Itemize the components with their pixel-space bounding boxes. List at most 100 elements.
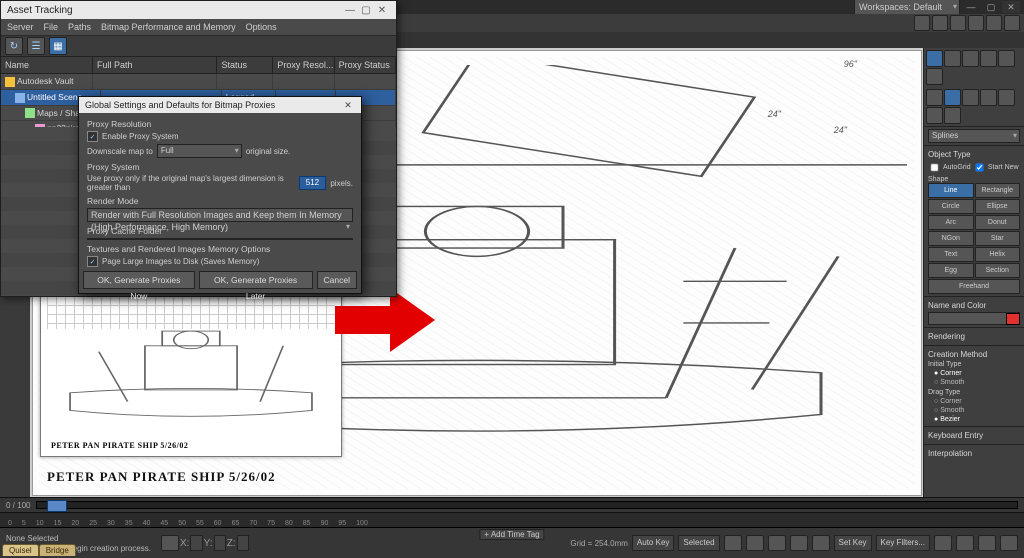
menu-options[interactable]: Options (246, 22, 277, 32)
toolbar-icon[interactable] (986, 15, 1002, 31)
initial-smooth-radio[interactable]: Smooth (934, 378, 1020, 387)
shape-arc-button[interactable]: Arc (928, 215, 974, 230)
enable-proxy-checkbox[interactable]: ✓ (87, 131, 98, 142)
maximize-icon[interactable]: ▢ (358, 5, 374, 16)
menu-paths[interactable]: Paths (68, 22, 91, 32)
rollout-header[interactable]: Name and Color (928, 299, 1020, 312)
rollout-header[interactable]: Rendering (928, 330, 1020, 343)
viewport-nav-icon[interactable] (956, 535, 974, 551)
shape-rectangle-button[interactable]: Rectangle (975, 183, 1021, 198)
shape-line-button[interactable]: Line (928, 183, 974, 198)
play-next-icon[interactable] (790, 535, 808, 551)
shape-circle-button[interactable]: Circle (928, 199, 974, 214)
auto-key-button[interactable]: Auto Key (632, 535, 674, 551)
helpers-icon[interactable] (998, 89, 1015, 106)
workspace-combo[interactable]: Workspaces: Default (854, 0, 960, 15)
generate-later-button[interactable]: OK, Generate Proxies Later (199, 271, 313, 289)
time-slider-track[interactable] (36, 501, 1018, 509)
asset-row[interactable]: Autodesk Vault (1, 74, 396, 90)
close-icon[interactable]: ✕ (341, 100, 355, 111)
shape-egg-button[interactable]: Egg (928, 263, 974, 278)
modify-tab-icon[interactable] (944, 50, 961, 67)
maximize-button[interactable]: ▢ (982, 1, 1000, 13)
key-filters-button[interactable]: Key Filters... (876, 535, 930, 551)
initial-corner-radio[interactable]: Corner (934, 369, 1020, 378)
rollout-header[interactable]: Interpolation (928, 447, 1020, 460)
rollout-header[interactable]: Keyboard Entry (928, 429, 1020, 442)
shape-section-button[interactable]: Section (975, 263, 1021, 278)
minimize-icon[interactable]: — (342, 5, 358, 16)
global-settings-dialog[interactable]: Global Settings and Defaults for Bitmap … (78, 96, 362, 294)
viewport-nav-icon[interactable] (934, 535, 952, 551)
toolbar-icon[interactable] (914, 15, 930, 31)
display-tab-icon[interactable] (998, 50, 1015, 67)
play-icon[interactable] (768, 535, 786, 551)
tree-view-icon[interactable]: ▦ (49, 37, 67, 55)
listener-tab[interactable]: Bridge (39, 544, 76, 556)
rollout-header[interactable]: Creation Method (928, 348, 1020, 361)
viewport-nav-icon[interactable] (1000, 535, 1018, 551)
cancel-button[interactable]: Cancel (317, 271, 357, 289)
shape-ngon-button[interactable]: NGon (928, 231, 974, 246)
col-proxy-status[interactable]: Proxy Status (335, 57, 396, 73)
lights-icon[interactable] (962, 89, 979, 106)
z-field[interactable] (237, 535, 249, 551)
refresh-icon[interactable]: ↻ (5, 37, 23, 55)
geometry-icon[interactable] (926, 89, 943, 106)
close-icon[interactable]: ✕ (374, 5, 390, 16)
shape-text-button[interactable]: Text (928, 247, 974, 262)
cache-folder-field[interactable]: C:\Users\STUDIO PC\Documents\3ds Max 202… (87, 238, 353, 240)
close-button[interactable]: ✕ (1002, 1, 1020, 13)
autogrid-checkbox[interactable]: AutoGrid (928, 163, 971, 172)
shapes-icon[interactable] (944, 89, 961, 106)
listener-tab[interactable]: Quisel (2, 544, 39, 556)
utilities-tab-icon[interactable] (926, 68, 943, 85)
menu-file[interactable]: File (44, 22, 59, 32)
page-large-checkbox[interactable]: ✓ (87, 256, 98, 267)
minimize-button[interactable]: — (962, 1, 980, 13)
toolbar-icon[interactable] (932, 15, 948, 31)
dialog-titlebar[interactable]: Global Settings and Defaults for Bitmap … (79, 97, 361, 113)
rendering-rollout[interactable]: Rendering (924, 327, 1024, 345)
play-start-icon[interactable] (724, 535, 742, 551)
drag-bezier-radio[interactable]: Bezier (934, 415, 1020, 424)
toolbar-icon[interactable] (968, 15, 984, 31)
x-field[interactable] (190, 535, 202, 551)
render-mode-combo[interactable]: Render with Full Resolution Images and K… (87, 208, 353, 222)
play-prev-icon[interactable] (746, 535, 764, 551)
menu-server[interactable]: Server (7, 22, 34, 32)
cameras-icon[interactable] (980, 89, 997, 106)
selected-combo[interactable]: Selected (678, 535, 719, 551)
col-path[interactable]: Full Path (93, 57, 217, 73)
splines-dropdown[interactable]: Splines (924, 126, 1024, 145)
time-slider-thumb[interactable] (47, 500, 67, 512)
shape-helix-button[interactable]: Helix (975, 247, 1021, 262)
time-slider[interactable]: 0 / 100 (0, 498, 1024, 513)
spacewarps-icon[interactable] (926, 107, 943, 124)
hierarchy-tab-icon[interactable] (962, 50, 979, 67)
time-ruler[interactable]: 0510152025303540455055606570758085909510… (0, 513, 1024, 528)
asset-tracking-titlebar[interactable]: Asset Tracking — ▢ ✕ (1, 1, 396, 19)
drag-smooth-radio[interactable]: Smooth (934, 406, 1020, 415)
generate-now-button[interactable]: OK, Generate Proxies Now (83, 271, 195, 289)
keyboard-entry-rollout[interactable]: Keyboard Entry (924, 426, 1024, 444)
viewport-nav-icon[interactable] (978, 535, 996, 551)
motion-tab-icon[interactable] (980, 50, 997, 67)
toolbar-icon[interactable] (950, 15, 966, 31)
lock-icon[interactable] (161, 535, 179, 551)
downscale-combo[interactable]: Full (157, 144, 242, 158)
shape-star-button[interactable]: Star (975, 231, 1021, 246)
use-proxy-pixel-spinner[interactable]: 512 (299, 176, 327, 190)
col-proxy-res[interactable]: Proxy Resol... (273, 57, 334, 73)
toolbar-icon[interactable] (1004, 15, 1020, 31)
object-color-swatch[interactable] (1006, 313, 1020, 325)
viewport-thumbnail[interactable]: PETER PAN PIRATE SHIP 5/26/02 (40, 280, 342, 457)
systems-icon[interactable] (944, 107, 961, 124)
create-tab-icon[interactable] (926, 50, 943, 67)
rollout-header[interactable]: Object Type (928, 148, 1020, 161)
play-end-icon[interactable] (812, 535, 830, 551)
shape-donut-button[interactable]: Donut (975, 215, 1021, 230)
col-name[interactable]: Name (1, 57, 93, 73)
menu-bitmap-perf[interactable]: Bitmap Performance and Memory (101, 22, 236, 32)
drag-corner-radio[interactable]: Corner (934, 397, 1020, 406)
